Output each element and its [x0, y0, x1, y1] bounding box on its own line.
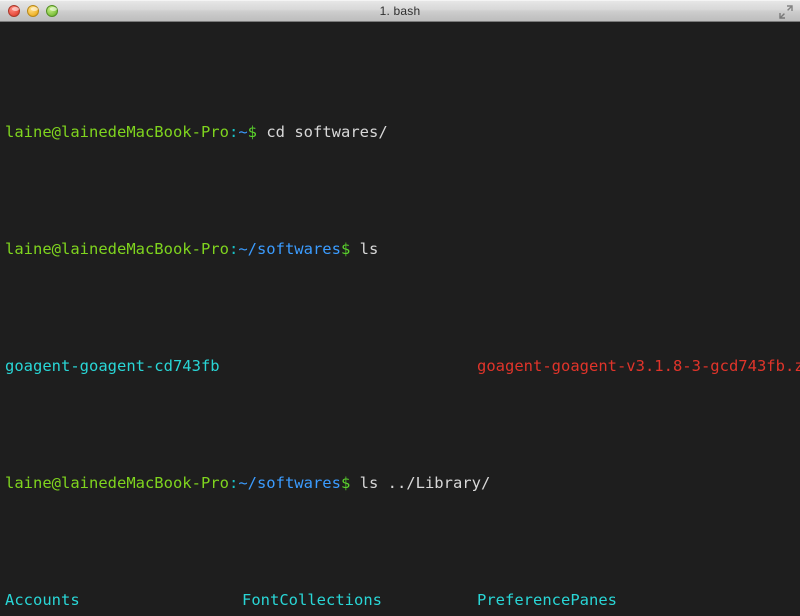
terminal-line: laine@lainedeMacBook-Pro:~$ cd softwares… — [5, 121, 800, 144]
directory-entry[interactable]: Preferences — [477, 612, 800, 615]
close-button[interactable] — [8, 5, 20, 17]
command-text: ls — [350, 240, 378, 258]
directory-entry[interactable]: Fonts — [242, 612, 477, 615]
window-controls — [8, 5, 58, 17]
prompt-dollar: $ — [341, 240, 350, 258]
prompt-colon: : — [229, 240, 238, 258]
prompt-dollar: $ — [341, 474, 350, 492]
command-text: ls ../Library/ — [350, 474, 490, 492]
prompt-path: ~/softwares — [238, 240, 341, 258]
directory-entry[interactable]: goagent-goagent-cd743fb — [5, 355, 242, 378]
directory-entry[interactable]: Address Book Plug-Ins — [5, 612, 242, 615]
window-titlebar[interactable]: 1. bash — [0, 0, 800, 22]
ls-output-softwares: goagent-goagent-cd743fb goagent-goagent-v… — [5, 355, 800, 378]
prompt-user-host: laine@lainedeMacBook-Pro — [5, 123, 229, 141]
maximize-button[interactable] — [46, 5, 58, 17]
prompt-colon: : — [229, 474, 238, 492]
archive-entry[interactable]: goagent-goagent-v3.1.8-3-gcd743fb.zip — [477, 355, 800, 378]
prompt-user-host: laine@lainedeMacBook-Pro — [5, 474, 229, 492]
fullscreen-icon[interactable] — [779, 4, 793, 18]
terminal-line: laine@lainedeMacBook-Pro:~/softwares$ ls… — [5, 472, 800, 495]
directory-entry[interactable]: Accounts — [5, 589, 242, 612]
terminal-line: laine@lainedeMacBook-Pro:~/softwares$ ls — [5, 238, 800, 261]
prompt-user-host: laine@lainedeMacBook-Pro — [5, 240, 229, 258]
prompt-dollar: $ — [248, 123, 257, 141]
prompt-path: ~/softwares — [238, 474, 341, 492]
directory-entry[interactable]: PreferencePanes — [477, 589, 800, 612]
prompt-colon: : — [229, 123, 238, 141]
terminal-output[interactable]: laine@lainedeMacBook-Pro:~$ cd softwares… — [0, 22, 800, 615]
command-text: cd softwares/ — [257, 123, 388, 141]
minimize-button[interactable] — [27, 5, 39, 17]
terminal-window: 1. bash laine@lainedeMacBook-Pro:~$ cd s… — [0, 0, 800, 616]
prompt-path: ~ — [238, 123, 247, 141]
ls-output-library: AccountsFontCollectionsPreferencePanes Ad… — [5, 589, 800, 615]
window-title: 1. bash — [0, 4, 800, 18]
directory-entry[interactable]: FontCollections — [242, 589, 477, 612]
